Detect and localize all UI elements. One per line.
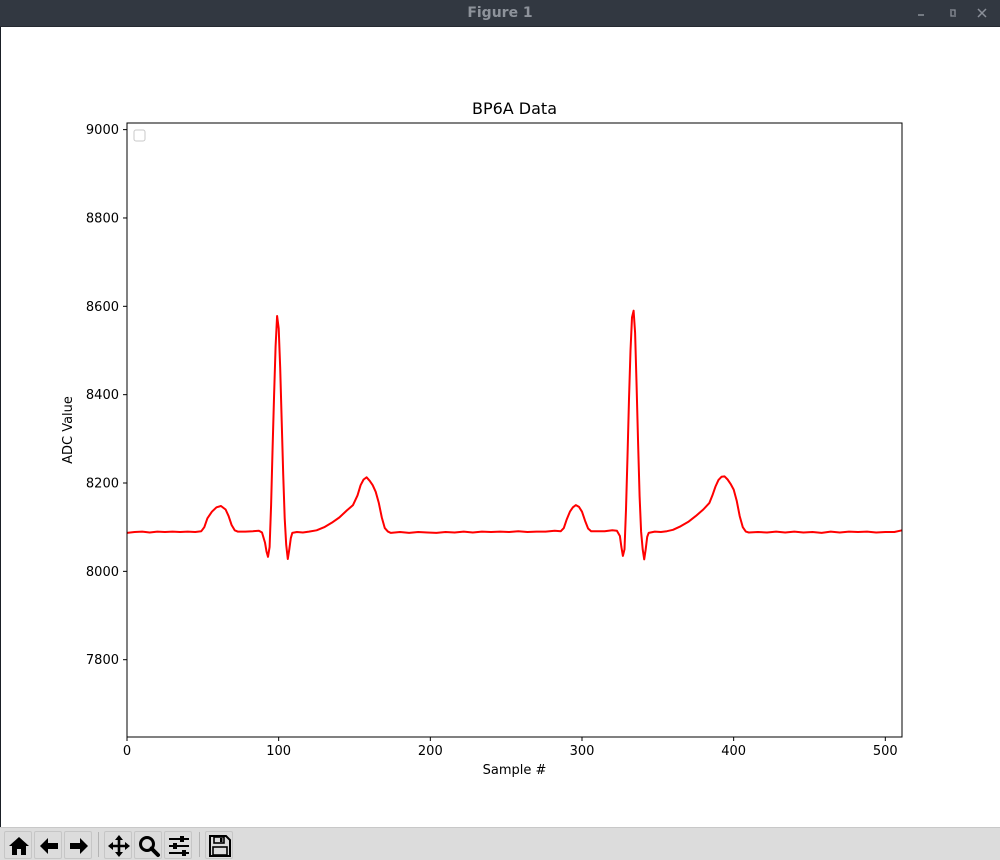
window-titlebar[interactable]: Figure 1: [0, 0, 1000, 27]
y-tick-label: 9000: [86, 123, 119, 138]
x-axis-label: Sample #: [483, 763, 547, 778]
x-tick-label: 300: [570, 744, 595, 759]
pan-button[interactable]: [104, 831, 132, 859]
arrow-right-icon: [70, 838, 88, 854]
y-tick-label: 8200: [86, 477, 119, 492]
configure-subplots-button[interactable]: [164, 831, 192, 859]
back-button[interactable]: [34, 831, 62, 859]
toolbar-separator: [199, 832, 200, 857]
figure-canvas[interactable]: 0 100 200 300 400 500 7800 8000 8200 8400 8600 8800…: [0, 27, 1000, 827]
y-tick-label: 8000: [86, 565, 119, 580]
sliders-icon: [169, 836, 189, 856]
x-tick-label: 400: [721, 744, 746, 759]
x-tick-label: 500: [873, 744, 898, 759]
forward-button[interactable]: [64, 831, 92, 859]
x-tick-label: 0: [123, 744, 131, 759]
y-tick-label: 8800: [86, 211, 119, 226]
floppy-disk-icon: [209, 835, 231, 857]
close-icon[interactable]: [972, 3, 992, 23]
chart-title: BP6A Data: [472, 99, 557, 118]
y-axis-label: ADC Value: [61, 396, 76, 464]
navigation-toolbar: [0, 827, 1000, 860]
y-tick-label: 8600: [86, 300, 119, 315]
restore-icon[interactable]: [943, 3, 963, 23]
move-icon: [108, 835, 130, 857]
plot-area: [127, 123, 902, 737]
legend-box: [133, 129, 146, 142]
x-tick-label: 100: [266, 744, 291, 759]
chart: 0 100 200 300 400 500 7800 8000 8200 8400 8600 8800…: [61, 99, 903, 778]
home-button[interactable]: [4, 831, 32, 859]
y-tick-label: 7800: [86, 653, 119, 668]
toolbar-separator: [98, 832, 99, 857]
y-tick-label: 8400: [86, 388, 119, 403]
x-tick-label: 200: [418, 744, 443, 759]
minimize-icon[interactable]: [912, 3, 932, 23]
zoom-button[interactable]: [134, 831, 162, 859]
magnifier-icon: [139, 836, 160, 857]
save-button[interactable]: [205, 831, 233, 859]
arrow-left-icon: [40, 838, 58, 854]
window-title: Figure 1: [467, 5, 533, 21]
home-icon: [9, 837, 29, 855]
